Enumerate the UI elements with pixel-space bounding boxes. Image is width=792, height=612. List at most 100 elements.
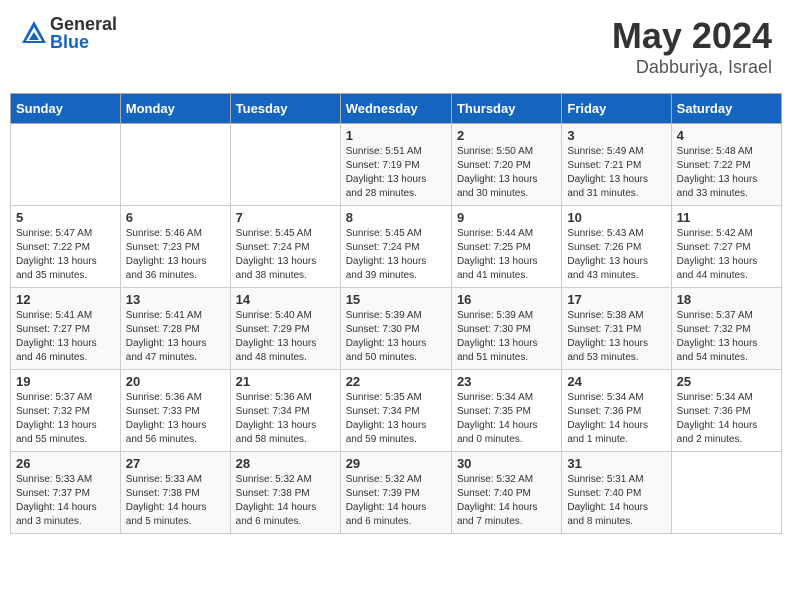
day-info: Sunrise: 5:40 AMSunset: 7:29 PMDaylight:…: [236, 309, 335, 365]
day-info: Sunrise: 5:49 AMSunset: 7:21 PMDaylight:…: [567, 145, 665, 201]
calendar-cell: 5 Sunrise: 5:47 AMSunset: 7:22 PMDaylight…: [11, 206, 121, 288]
calendar-cell: 23 Sunrise: 5:34 AMSunset: 7:35 PMDayligh…: [451, 370, 561, 452]
weekday-header-row: Sunday Monday Tuesday Wednesday Thursday…: [11, 94, 782, 124]
header-tuesday: Tuesday: [230, 94, 340, 124]
day-number: 26: [16, 456, 115, 471]
day-number: 23: [457, 374, 556, 389]
day-number: 8: [346, 210, 446, 225]
day-info: Sunrise: 5:51 AMSunset: 7:19 PMDaylight:…: [346, 145, 446, 201]
calendar-week-4: 19 Sunrise: 5:37 AMSunset: 7:32 PMDayligh…: [11, 370, 782, 452]
logo-general: General: [50, 15, 117, 33]
calendar-cell: 1 Sunrise: 5:51 AMSunset: 7:19 PMDaylight…: [340, 124, 451, 206]
calendar-cell: 20Sunrise: 5:36 AMSunset: 7:33 PMDayligh…: [120, 370, 230, 452]
day-info: Sunrise: 5:32 AMSunset: 7:39 PMDaylight:…: [346, 473, 446, 529]
day-info: Sunrise: 5:36 AMSunset: 7:34 PMDaylight:…: [236, 391, 335, 447]
day-info: Sunrise: 5:39 AMSunset: 7:30 PMDaylight:…: [457, 309, 556, 365]
calendar-cell: 6 Sunrise: 5:46 AMSunset: 7:23 PMDaylight…: [120, 206, 230, 288]
title-location: Dabburiya, Israel: [612, 57, 772, 78]
header-thursday: Thursday: [451, 94, 561, 124]
calendar-cell: [671, 452, 781, 534]
calendar-cell: 8Sunrise: 5:45 AMSunset: 7:24 PMDaylight…: [340, 206, 451, 288]
day-number: 21: [236, 374, 335, 389]
calendar-cell: 2 Sunrise: 5:50 AMSunset: 7:20 PMDaylight…: [451, 124, 561, 206]
day-number: 11: [677, 210, 776, 225]
day-number: 6: [126, 210, 225, 225]
calendar-cell: 27 Sunrise: 5:33 AMSunset: 7:38 PMDayligh…: [120, 452, 230, 534]
day-number: 27: [126, 456, 225, 471]
day-info: Sunrise: 5:41 AMSunset: 7:28 PMDaylight:…: [126, 309, 225, 365]
day-number: 17: [567, 292, 665, 307]
header-monday: Monday: [120, 94, 230, 124]
day-number: 30: [457, 456, 556, 471]
day-info: Sunrise: 5:39 AMSunset: 7:30 PMDaylight:…: [346, 309, 446, 365]
calendar-cell: 10 Sunrise: 5:43 AMSunset: 7:26 PMDayligh…: [562, 206, 671, 288]
calendar-cell: 11 Sunrise: 5:42 AMSunset: 7:27 PMDayligh…: [671, 206, 781, 288]
calendar-week-5: 26Sunrise: 5:33 AMSunset: 7:37 PMDayligh…: [11, 452, 782, 534]
calendar-cell: 28Sunrise: 5:32 AMSunset: 7:38 PMDayligh…: [230, 452, 340, 534]
day-info: Sunrise: 5:37 AMSunset: 7:32 PMDaylight:…: [16, 391, 115, 447]
calendar-cell: 21 Sunrise: 5:36 AMSunset: 7:34 PMDayligh…: [230, 370, 340, 452]
day-number: 29: [346, 456, 446, 471]
header-friday: Friday: [562, 94, 671, 124]
day-info: Sunrise: 5:36 AMSunset: 7:33 PMDaylight:…: [126, 391, 225, 447]
calendar-cell: 3 Sunrise: 5:49 AMSunset: 7:21 PMDaylight…: [562, 124, 671, 206]
day-info: Sunrise: 5:34 AMSunset: 7:36 PMDaylight:…: [677, 391, 776, 447]
day-number: 1: [346, 128, 446, 143]
day-info: Sunrise: 5:42 AMSunset: 7:27 PMDaylight:…: [677, 227, 776, 283]
logo-blue: Blue: [50, 33, 117, 51]
day-info: Sunrise: 5:35 AMSunset: 7:34 PMDaylight:…: [346, 391, 446, 447]
day-number: 15: [346, 292, 446, 307]
day-number: 10: [567, 210, 665, 225]
day-number: 31: [567, 456, 665, 471]
day-info: Sunrise: 5:34 AMSunset: 7:35 PMDaylight:…: [457, 391, 556, 447]
calendar-cell: [230, 124, 340, 206]
day-info: Sunrise: 5:32 AMSunset: 7:38 PMDaylight:…: [236, 473, 335, 529]
calendar-cell: 29 Sunrise: 5:32 AMSunset: 7:39 PMDayligh…: [340, 452, 451, 534]
calendar-week-1: 1 Sunrise: 5:51 AMSunset: 7:19 PMDaylight…: [11, 124, 782, 206]
title-month: May 2024: [612, 15, 772, 57]
day-info: Sunrise: 5:33 AMSunset: 7:38 PMDaylight:…: [126, 473, 225, 529]
day-number: 12: [16, 292, 115, 307]
calendar-week-3: 12 Sunrise: 5:41 AMSunset: 7:27 PMDayligh…: [11, 288, 782, 370]
header-saturday: Saturday: [671, 94, 781, 124]
calendar-cell: [120, 124, 230, 206]
day-number: 9: [457, 210, 556, 225]
day-number: 5: [16, 210, 115, 225]
day-number: 19: [16, 374, 115, 389]
calendar-cell: 25 Sunrise: 5:34 AMSunset: 7:36 PMDayligh…: [671, 370, 781, 452]
day-info: Sunrise: 5:43 AMSunset: 7:26 PMDaylight:…: [567, 227, 665, 283]
calendar-cell: 26Sunrise: 5:33 AMSunset: 7:37 PMDayligh…: [11, 452, 121, 534]
calendar-cell: 14 Sunrise: 5:40 AMSunset: 7:29 PMDayligh…: [230, 288, 340, 370]
calendar-cell: 13 Sunrise: 5:41 AMSunset: 7:28 PMDayligh…: [120, 288, 230, 370]
day-number: 3: [567, 128, 665, 143]
day-number: 14: [236, 292, 335, 307]
day-info: Sunrise: 5:47 AMSunset: 7:22 PMDaylight:…: [16, 227, 115, 283]
day-info: Sunrise: 5:48 AMSunset: 7:22 PMDaylight:…: [677, 145, 776, 201]
calendar-cell: 31 Sunrise: 5:31 AMSunset: 7:40 PMDayligh…: [562, 452, 671, 534]
calendar-cell: 7 Sunrise: 5:45 AMSunset: 7:24 PMDaylight…: [230, 206, 340, 288]
calendar-cell: 15 Sunrise: 5:39 AMSunset: 7:30 PMDayligh…: [340, 288, 451, 370]
header-wednesday: Wednesday: [340, 94, 451, 124]
calendar-cell: 30Sunrise: 5:32 AMSunset: 7:40 PMDayligh…: [451, 452, 561, 534]
day-info: Sunrise: 5:31 AMSunset: 7:40 PMDaylight:…: [567, 473, 665, 529]
day-number: 24: [567, 374, 665, 389]
day-info: Sunrise: 5:34 AMSunset: 7:36 PMDaylight:…: [567, 391, 665, 447]
day-info: Sunrise: 5:41 AMSunset: 7:27 PMDaylight:…: [16, 309, 115, 365]
calendar-cell: 19 Sunrise: 5:37 AMSunset: 7:32 PMDayligh…: [11, 370, 121, 452]
day-number: 16: [457, 292, 556, 307]
day-info: Sunrise: 5:46 AMSunset: 7:23 PMDaylight:…: [126, 227, 225, 283]
day-number: 18: [677, 292, 776, 307]
day-info: Sunrise: 5:45 AMSunset: 7:24 PMDaylight:…: [236, 227, 335, 283]
day-number: 13: [126, 292, 225, 307]
calendar-cell: 16 Sunrise: 5:39 AMSunset: 7:30 PMDayligh…: [451, 288, 561, 370]
calendar-cell: 9 Sunrise: 5:44 AMSunset: 7:25 PMDaylight…: [451, 206, 561, 288]
calendar-cell: 17Sunrise: 5:38 AMSunset: 7:31 PMDayligh…: [562, 288, 671, 370]
day-number: 4: [677, 128, 776, 143]
day-number: 2: [457, 128, 556, 143]
day-number: 7: [236, 210, 335, 225]
day-info: Sunrise: 5:44 AMSunset: 7:25 PMDaylight:…: [457, 227, 556, 283]
calendar-cell: 12 Sunrise: 5:41 AMSunset: 7:27 PMDayligh…: [11, 288, 121, 370]
day-number: 25: [677, 374, 776, 389]
day-info: Sunrise: 5:50 AMSunset: 7:20 PMDaylight:…: [457, 145, 556, 201]
calendar-week-2: 5 Sunrise: 5:47 AMSunset: 7:22 PMDaylight…: [11, 206, 782, 288]
